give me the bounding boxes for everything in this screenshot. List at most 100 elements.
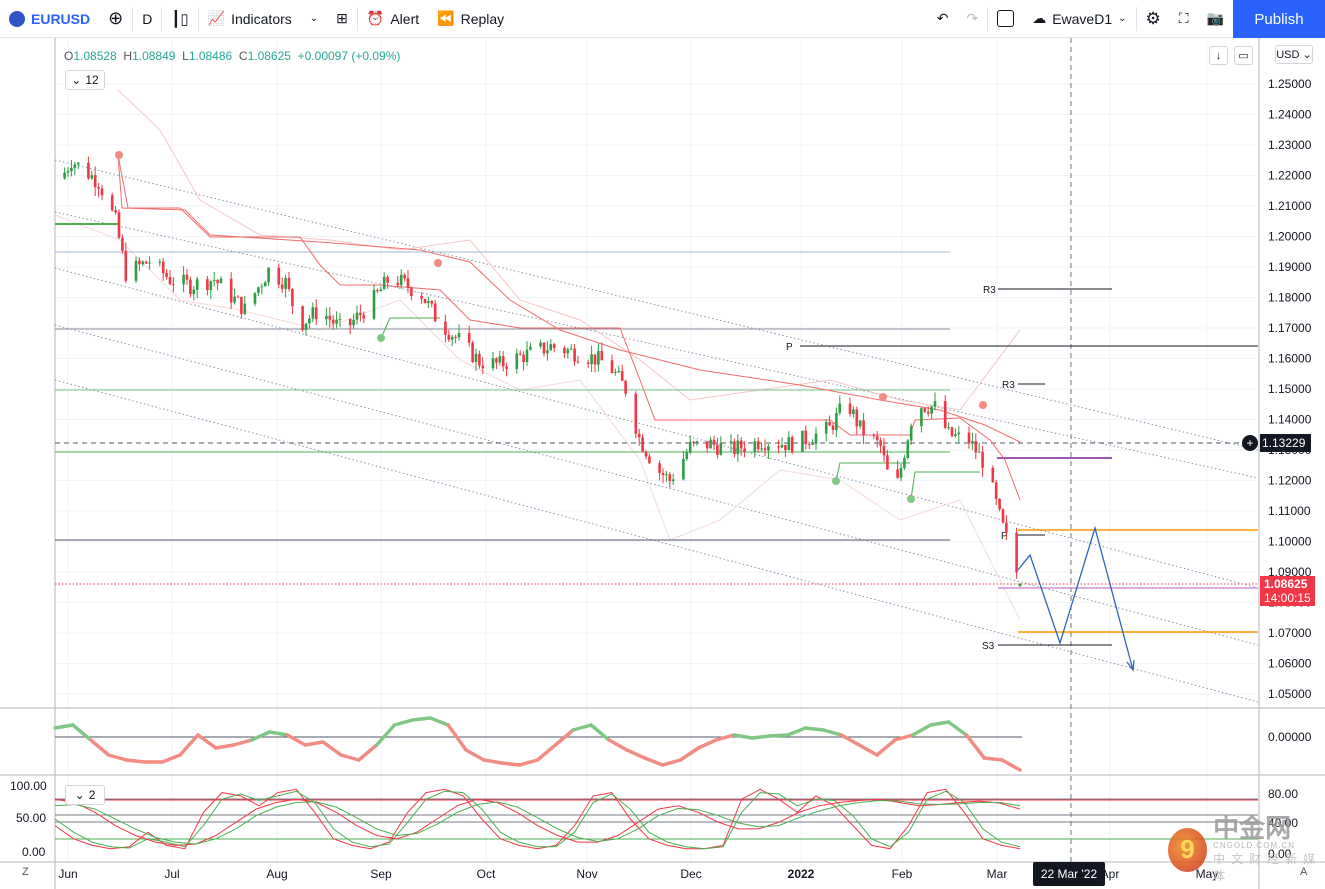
oscillator-segment — [71, 723, 93, 742]
sell-signal-dot — [879, 393, 887, 401]
support-line[interactable] — [835, 462, 910, 482]
candle-body — [70, 167, 73, 172]
candle-body — [909, 426, 913, 441]
candle-body — [301, 306, 304, 331]
candle-body — [263, 282, 267, 287]
candle-body — [903, 457, 906, 468]
candle-body — [801, 430, 804, 452]
oscillator-segment — [106, 753, 129, 762]
candle-body — [787, 437, 791, 451]
chevron-down-icon: ⌄ — [74, 788, 85, 802]
candle-body — [637, 433, 641, 438]
candle-body — [253, 292, 257, 304]
stochastic-fast-k-line — [54, 788, 1021, 850]
candle-body — [529, 346, 532, 350]
price-tick: 1.25000 — [1268, 77, 1312, 91]
oscillator-segment — [571, 723, 593, 732]
candle-body — [712, 439, 716, 445]
candle-body — [920, 408, 923, 427]
maximize-pane-button[interactable]: ▭ — [1234, 46, 1253, 65]
upper-band — [117, 89, 1021, 411]
candle-body — [229, 278, 233, 303]
candle-body — [957, 432, 961, 435]
candle-body — [525, 349, 529, 363]
candle-body — [705, 441, 709, 449]
price-tick: 1.20000 — [1268, 230, 1312, 244]
candle-body — [668, 474, 672, 482]
watermark-name: 中金网 — [1213, 813, 1292, 843]
candle-body — [280, 284, 284, 289]
candle-body — [522, 354, 525, 363]
candle-body — [314, 307, 318, 320]
candle-body — [277, 267, 281, 285]
candle-body — [852, 409, 855, 415]
candle-body — [233, 296, 236, 303]
axis-label: 80.00 — [1268, 787, 1298, 801]
candle-body — [399, 274, 403, 286]
oscillator-segment — [803, 726, 826, 732]
candle-body — [967, 432, 971, 444]
candle-body — [947, 427, 950, 429]
candle-body — [858, 420, 862, 427]
chart-canvas[interactable]: P R3 R3 P S3 1.250001.240001.230001.2200… — [0, 0, 1325, 889]
candle-body — [284, 277, 287, 289]
candle-body — [355, 312, 359, 320]
candle-body — [352, 319, 355, 326]
oscillator-segment — [875, 738, 897, 757]
candle-body — [260, 286, 264, 288]
candles — [63, 156, 1022, 587]
support-line[interactable] — [910, 471, 980, 500]
oscillator-segment — [88, 738, 111, 757]
oscillator-segment — [214, 743, 236, 750]
wave-projection[interactable] — [1017, 525, 1134, 671]
candle-body — [719, 443, 723, 455]
sell-signal-dot — [979, 401, 987, 409]
candle-body — [692, 441, 695, 443]
candle-body — [515, 353, 519, 369]
axis-label: 0.00000 — [1268, 730, 1312, 744]
lower-band — [54, 214, 1021, 621]
currency-select[interactable]: USD ⌄ — [1275, 45, 1313, 64]
candle-body — [76, 162, 80, 165]
channel-line[interactable] — [54, 159, 1259, 451]
plus-icon[interactable]: + — [1242, 435, 1258, 451]
price-tick: 1.12000 — [1268, 474, 1312, 488]
candle-body — [325, 315, 328, 320]
price-axis[interactable]: 1.25000 1.24000 1.23000 1.22000 1.21000 1.200… — [1268, 77, 1312, 701]
axis-label: 0.00 — [22, 845, 46, 859]
candle-body — [372, 290, 376, 319]
zoom-button[interactable]: Z — [22, 866, 29, 878]
oscillator-segment — [339, 753, 361, 762]
time-tick: Sep — [370, 867, 392, 881]
candle-body — [87, 162, 90, 179]
oscillator-segment — [53, 723, 75, 730]
time-tick: Nov — [576, 867, 597, 881]
oscillator-segment — [946, 720, 969, 737]
watermark-logo: 9 — [1168, 827, 1208, 872]
candle-body — [386, 276, 389, 283]
oscillator-segment — [392, 718, 415, 727]
candle-body — [165, 273, 168, 278]
arrow-down-icon: ↓ — [1215, 49, 1222, 62]
oscillator-segment — [964, 733, 987, 760]
close-label: C — [238, 49, 248, 63]
candle-body — [875, 436, 879, 441]
candle-body — [777, 446, 780, 448]
candle-body — [1018, 583, 1022, 587]
oscillator-segment — [732, 733, 754, 740]
candle-body — [671, 479, 675, 482]
watermark: 9 中金网 CNGOLD.COM.CN 中文财经新媒体 — [1168, 815, 1325, 884]
candle-body — [158, 261, 162, 263]
time-tick: Jun — [58, 867, 77, 881]
oscillator-segment — [696, 738, 718, 750]
oscillator-collapse-button[interactable]: ⌄ 2 — [65, 785, 105, 805]
candle-body — [573, 348, 576, 362]
crosshair-price-tag: +1.13229 — [1242, 434, 1312, 452]
candle-body — [304, 323, 308, 331]
price-tick: 1.11000 — [1268, 504, 1311, 518]
candle-body — [838, 403, 842, 413]
open-value: 1.08528 — [73, 49, 117, 63]
scroll-down-button[interactable]: ↓ — [1209, 46, 1228, 65]
indicators-collapse-button[interactable]: ⌄ 12 — [65, 70, 105, 90]
candle-body — [495, 358, 498, 363]
